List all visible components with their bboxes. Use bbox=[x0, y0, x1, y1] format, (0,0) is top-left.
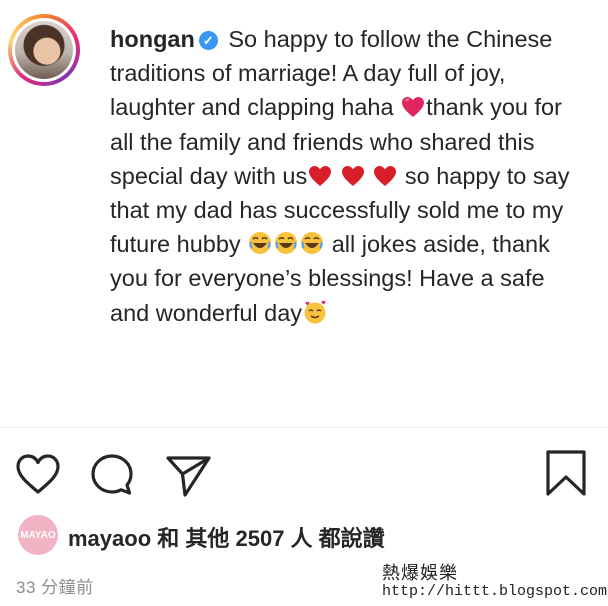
avatar-border bbox=[12, 18, 76, 82]
divider bbox=[0, 427, 608, 428]
post-caption: hongan ✓ So happy to follow the Chinese t… bbox=[110, 22, 580, 330]
comment-icon[interactable] bbox=[88, 451, 136, 499]
avatar-photo bbox=[15, 21, 73, 79]
watermark-title: 熱爆娛樂 bbox=[382, 563, 458, 583]
laughing-emoji-icon bbox=[301, 232, 324, 255]
heart-emoji-icon bbox=[341, 165, 364, 186]
bookmark-icon[interactable] bbox=[542, 449, 590, 497]
post-timestamp: 33 分鐘前 bbox=[16, 578, 94, 597]
verified-badge-icon: ✓ bbox=[198, 31, 218, 50]
heart-outline-icon[interactable] bbox=[14, 451, 62, 499]
share-icon[interactable] bbox=[164, 451, 212, 499]
laughing-emoji-icon bbox=[249, 232, 272, 255]
liker-avatar-text: MAYAO bbox=[20, 529, 56, 541]
laughing-emoji-icon bbox=[275, 232, 298, 255]
heart-emoji-icon bbox=[374, 165, 397, 186]
instagram-post: hongan ✓ So happy to follow the Chinese t… bbox=[0, 0, 608, 606]
heart-emoji-icon bbox=[309, 165, 332, 186]
heart-emoji-icon bbox=[402, 97, 425, 118]
profile-avatar[interactable] bbox=[8, 14, 80, 86]
smiling-hearts-emoji-icon bbox=[304, 300, 326, 324]
watermark-url: http://hittt.blogspot.com bbox=[382, 583, 608, 600]
likes-count[interactable]: mayaoo 和 其他 2507 人 都說讚 bbox=[68, 521, 385, 553]
username-link[interactable]: hongan bbox=[110, 26, 195, 52]
liker-avatar[interactable]: MAYAO bbox=[18, 515, 58, 555]
